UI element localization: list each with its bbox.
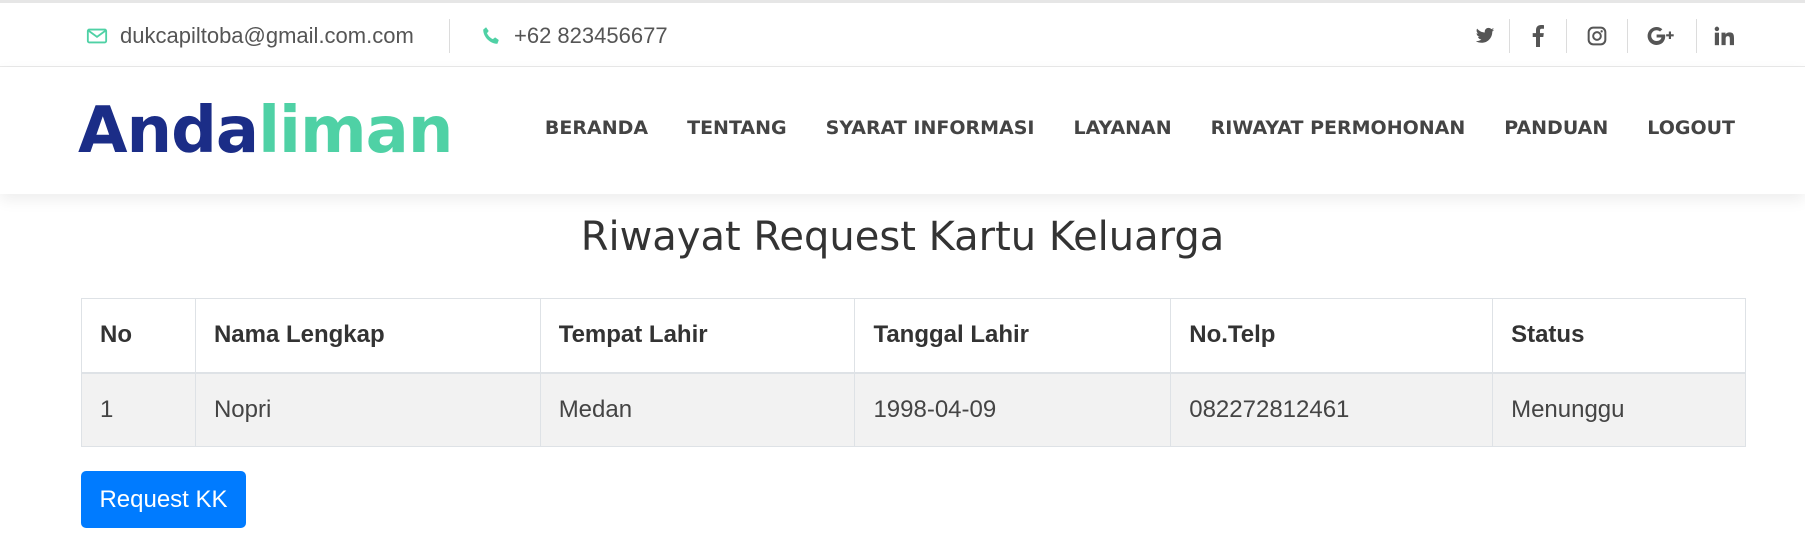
column-header-no: No [81, 298, 196, 374]
email-contact[interactable]: dukcapiltoba@gmail.com.com [86, 21, 414, 51]
logo-text-part2: liman [258, 94, 453, 168]
instagram-icon[interactable] [1567, 19, 1627, 53]
nav-layanan[interactable]: LAYANAN [1074, 117, 1172, 139]
cell-tempat-lahir: Medan [539, 372, 856, 447]
linkedin-icon[interactable] [1697, 19, 1751, 53]
email-text: dukcapiltoba@gmail.com.com [120, 23, 414, 48]
cell-no: 1 [81, 372, 196, 447]
envelope-icon [86, 25, 108, 47]
cell-no-telp: 082272812461 [1170, 372, 1494, 447]
request-table: No Nama Lengkap Tempat Lahir Tanggal Lah… [81, 298, 1746, 447]
column-header-status: Status [1492, 298, 1746, 374]
nav-panduan[interactable]: PANDUAN [1504, 117, 1608, 139]
logo-text-part1: Anda [78, 94, 259, 168]
nav-riwayat-permohonan[interactable]: RIWAYAT PERMOHONAN [1211, 117, 1466, 139]
social-links [1461, 19, 1751, 53]
page-title: Riwayat Request Kartu Keluarga [580, 214, 1225, 260]
cell-tanggal-lahir: 1998-04-09 [854, 372, 1172, 447]
phone-text: +62 823456677 [514, 23, 668, 48]
cell-status: Menunggu [1492, 372, 1746, 447]
twitter-icon[interactable] [1461, 19, 1509, 53]
table-row: 1 Nopri Medan 1998-04-09 082272812461 Me… [81, 372, 1746, 447]
header: Andaliman BERANDA TENTANG SYARAT INFORMA… [0, 67, 1805, 194]
facebook-icon[interactable] [1510, 19, 1566, 53]
google-plus-icon[interactable] [1628, 19, 1696, 53]
table-header-row: No Nama Lengkap Tempat Lahir Tanggal Lah… [81, 298, 1746, 374]
nav-beranda[interactable]: BERANDA [545, 117, 648, 139]
column-header-tanggal-lahir: Tanggal Lahir [854, 298, 1172, 374]
top-bar: dukcapiltoba@gmail.com.com +62 823456677 [0, 0, 1805, 67]
main-nav: BERANDA TENTANG SYARAT INFORMASI LAYANAN… [506, 117, 1735, 139]
column-header-nama-lengkap: Nama Lengkap [194, 298, 541, 374]
phone-contact[interactable]: +62 823456677 [480, 21, 668, 51]
nav-syarat-informasi[interactable]: SYARAT INFORMASI [826, 117, 1035, 139]
request-kk-button[interactable]: Request KK [81, 471, 246, 528]
column-header-tempat-lahir: Tempat Lahir [539, 298, 856, 374]
cell-nama-lengkap: Nopri [194, 372, 541, 447]
nav-tentang[interactable]: TENTANG [687, 117, 787, 139]
logo[interactable]: Andaliman [78, 94, 453, 168]
column-header-no-telp: No.Telp [1170, 298, 1494, 374]
nav-logout[interactable]: LOGOUT [1647, 117, 1735, 139]
divider [449, 19, 450, 53]
phone-icon [480, 25, 502, 47]
